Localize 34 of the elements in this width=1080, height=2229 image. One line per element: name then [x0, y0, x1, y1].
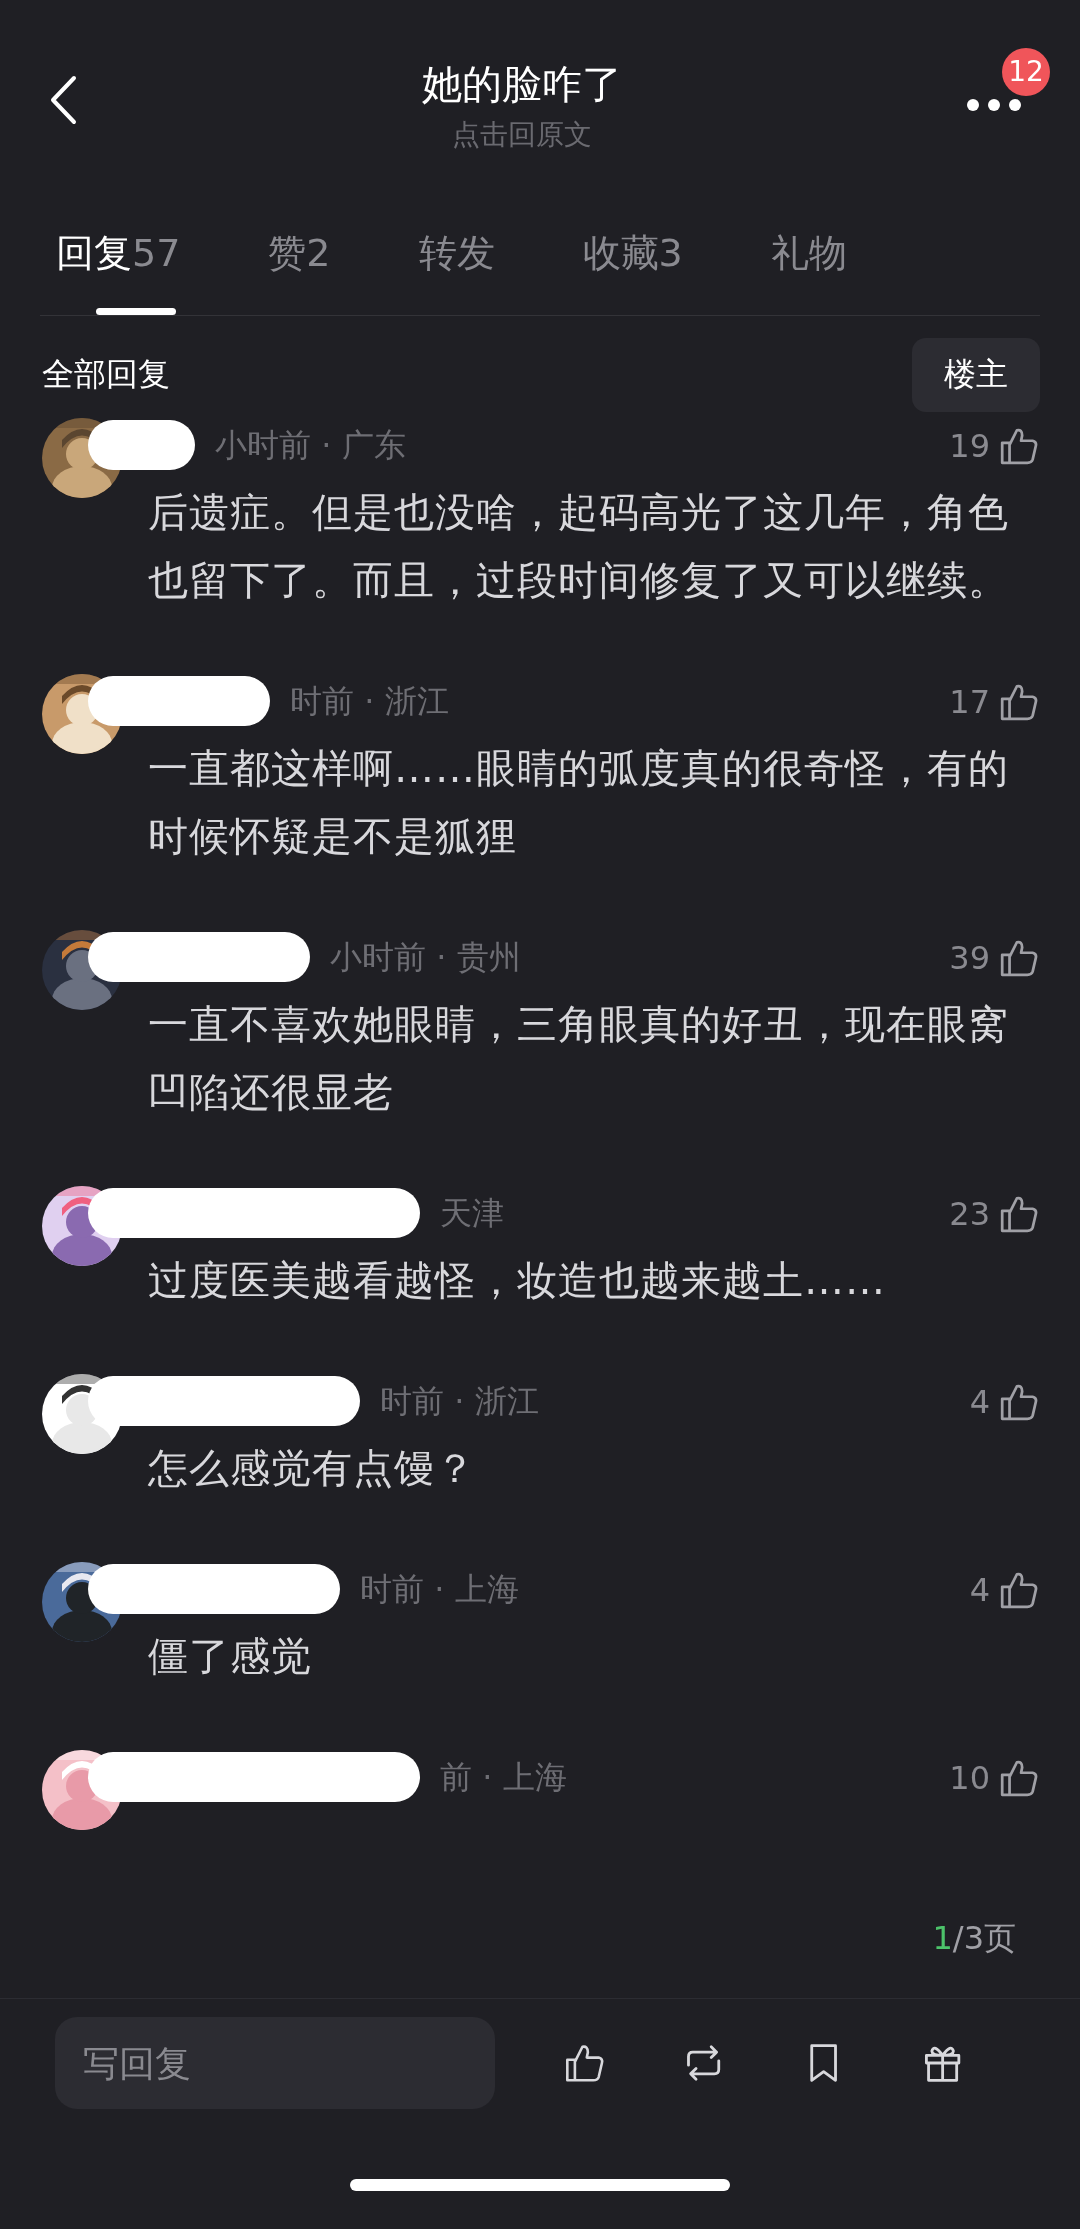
section-title: 全部回复: [42, 354, 170, 395]
tab[interactable]: 收藏3: [582, 200, 683, 315]
comment-meta: 小时前 · 贵州: [330, 938, 521, 976]
back-to-original-link[interactable]: 点击回原文: [452, 115, 592, 154]
page-indicator[interactable]: 1/3页: [908, 1897, 1040, 1981]
comment-meta: 时前 · 浙江: [380, 1382, 539, 1420]
comment-meta: 小时前 · 广东: [215, 426, 406, 464]
post-title: 她的脸咋了: [422, 59, 622, 109]
comment-text: 过度医美越看越怪，妆造也越来越土……: [148, 1256, 887, 1305]
comment-text: 一直都这样啊……眼睛的弧度真的很奇怪，有的时候怀疑是不是狐狸: [148, 744, 1010, 861]
comment-meta: 天津: [440, 1194, 504, 1232]
comment-text: 怎么感觉有点馒？: [148, 1444, 477, 1493]
tab[interactable]: 回复57: [56, 200, 181, 315]
more-icon[interactable]: [966, 98, 1022, 112]
comment-meta: 时前 · 上海: [360, 1570, 519, 1608]
notification-badge: 12: [1002, 48, 1050, 96]
tab[interactable]: 礼物: [770, 200, 847, 315]
tab[interactable]: 转发: [418, 200, 495, 315]
reply-input-field[interactable]: 写回复: [55, 2017, 495, 2109]
like-count: 19: [949, 427, 990, 465]
comment-meta: 前 · 上海: [440, 1758, 567, 1796]
comment-text: 僵了感觉: [148, 1632, 313, 1681]
author-filter-button[interactable]: 楼主: [912, 338, 1040, 412]
comment-text: 一直不喜欢她眼睛，三角眼真的好丑，现在眼窝凹陷还很显老: [148, 1000, 1010, 1117]
like-count: 10: [949, 1759, 990, 1797]
tab[interactable]: 赞2: [268, 200, 331, 315]
like-count: 4: [969, 1383, 990, 1421]
comment-text: 后遗症。但是也没啥，起码高光了这几年，角色也留下了。而且，过段时间修复了又可以继续。: [148, 488, 1010, 605]
like-count: 39: [949, 939, 990, 977]
like-count: 17: [949, 683, 990, 721]
like-count: 23: [949, 1195, 990, 1233]
back-icon[interactable]: [48, 74, 78, 126]
comment-meta: 时前 · 浙江: [290, 682, 449, 720]
like-count: 4: [969, 1571, 990, 1609]
